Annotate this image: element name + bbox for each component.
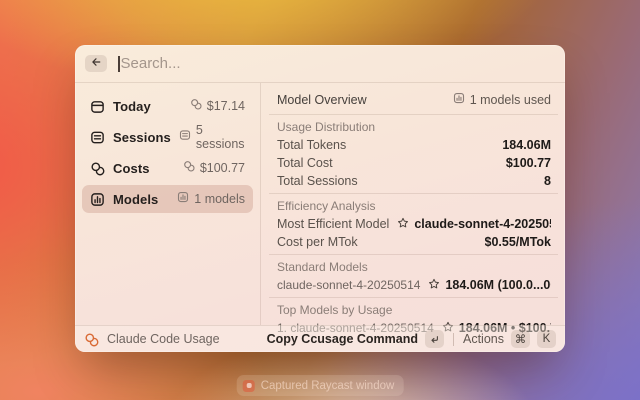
coins-icon [90,161,105,176]
metadata-value: $0.55/MTok [485,235,551,249]
star-icon [397,217,409,232]
detail-header: Model Overview 1 models used [277,88,551,111]
sidebar-item-value: 5 sessions [196,123,245,151]
raycast-app-icon [243,380,255,392]
sidebar-item-today[interactable]: Today $17.14 [82,92,253,120]
desktop-background: Search... Today $17.14 Sessions [0,0,640,400]
sidebar-item-models[interactable]: Models 1 models [82,185,253,213]
coins-icon [84,332,99,347]
section-title-standard-models: Standard Models [277,258,551,276]
sidebar-item-value: $100.77 [200,161,245,175]
list-icon [179,128,191,146]
metadata-label: claude-sonnet-4-20250514 [277,278,420,292]
sidebar-item-label: Models [113,192,169,207]
models-used-badge: 1 models used [470,93,551,107]
back-button[interactable] [85,55,107,72]
sidebar-item-costs[interactable]: Costs $100.77 [82,154,253,182]
section-title-usage-distribution: Usage Distribution [277,118,551,136]
bar-chart-icon [453,92,465,107]
sidebar-item-sessions[interactable]: Sessions 5 sessions [82,123,253,151]
star-icon [428,278,440,293]
metadata-row-standard-model: claude-sonnet-4-20250514 184.06M (100.0.… [277,276,551,294]
metadata-label: Total Sessions [277,174,358,188]
metadata-value: claude-sonnet-4-20250514 [414,217,551,231]
sidebar-list: Today $17.14 Sessions 5 sessions [75,83,261,325]
list-icon [90,130,105,145]
metadata-row-total-tokens: Total Tokens 184.06M [277,136,551,154]
metadata-label: Total Cost [277,156,333,170]
sidebar-item-value: $17.14 [207,99,245,113]
divider [269,193,558,194]
metadata-label: Cost per MTok [277,235,358,249]
raycast-window: Search... Today $17.14 Sessions [75,45,565,352]
search-input[interactable]: Search... [121,55,181,72]
metadata-row-total-sessions: Total Sessions 8 [277,172,551,190]
section-title-efficiency-analysis: Efficiency Analysis [277,197,551,215]
text-cursor [118,56,120,72]
sidebar-item-label: Costs [113,161,175,176]
bar-chart-icon [177,190,189,208]
metadata-row-cost-per-mtok: Cost per MTok $0.55/MTok [277,233,551,251]
metadata-label: Total Tokens [277,138,346,152]
command-key-badge: ⌘ [511,330,530,348]
extension-name: Claude Code Usage [107,332,220,346]
divider [269,114,558,115]
captured-window-toast: Captured Raycast window [237,375,404,396]
sidebar-item-label: Sessions [113,130,171,145]
divider [453,333,454,346]
metadata-value: $100.77 [506,156,551,170]
actions-button[interactable]: Actions [463,332,504,346]
toast-label: Captured Raycast window [261,380,395,392]
return-key-icon [425,330,444,348]
divider [269,254,558,255]
metadata-row-total-cost: Total Cost $100.77 [277,154,551,172]
coins-icon [190,97,202,115]
metadata-row-most-efficient-model: Most Efficient Model claude-sonnet-4-202… [277,215,551,233]
bar-chart-icon [90,192,105,207]
detail-title: Model Overview [277,93,367,107]
copy-ccusage-command-button[interactable]: Copy Ccusage Command [267,332,418,346]
back-arrow-icon [90,55,102,73]
metadata-value: 184.06M (100.0...00.77 • 8 sessions [445,278,551,292]
section-title-top-models: Top Models by Usage [277,301,551,319]
k-key-badge: K [537,330,556,348]
calendar-icon [90,99,105,114]
detail-panel: Model Overview 1 models used Usage Distr… [261,83,565,325]
metadata-value: 8 [544,174,551,188]
sidebar-item-value: 1 models [194,192,245,206]
metadata-value: 184.06M [502,138,551,152]
footer-bar: Claude Code Usage Copy Ccusage Command A… [75,325,565,352]
metadata-label: Most Efficient Model [277,217,389,231]
sidebar-item-label: Today [113,99,182,114]
coins-icon [183,159,195,177]
search-bar: Search... [75,45,565,83]
divider [269,297,558,298]
